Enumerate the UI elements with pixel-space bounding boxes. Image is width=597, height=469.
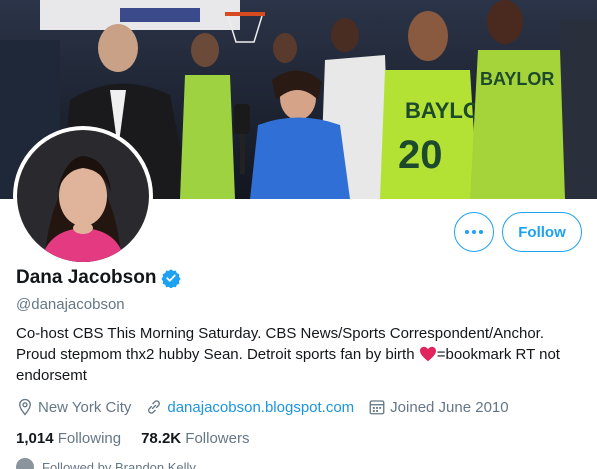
website-link[interactable]: danajacobson.blogspot.com — [167, 399, 354, 416]
profile-avatar[interactable] — [13, 126, 153, 266]
more-options-button[interactable] — [454, 212, 494, 252]
profile-stats: 1,014 Following 78.2K Followers — [16, 430, 269, 447]
link-icon — [148, 400, 161, 414]
profile-handle: @danajacobson — [16, 296, 125, 313]
follower-avatar — [16, 458, 34, 469]
followed-by-text: Followed by Brandon Kelly — [42, 459, 196, 469]
joined-item: Joined June 2010 — [368, 398, 509, 416]
location-pin-icon — [19, 398, 31, 416]
profile-name: Dana Jacobson — [16, 267, 157, 288]
profile-name-row: Dana Jacobson — [16, 267, 182, 289]
following-label: Following — [57, 430, 122, 447]
joined-text: Joined June 2010 — [390, 398, 509, 416]
website-item[interactable]: danajacobson.blogspot.com — [145, 398, 354, 416]
verified-badge-icon — [161, 269, 182, 288]
following-stat[interactable]: 1,014 Following — [16, 430, 121, 447]
dot-icon — [472, 230, 476, 234]
follow-button[interactable]: Follow — [502, 212, 582, 252]
avatar-image — [17, 130, 149, 262]
profile-bio: Co-host CBS This Morning Saturday. CBS N… — [16, 323, 586, 386]
profile-meta: New York City danajacobson.blogspot.com … — [16, 398, 523, 416]
location-text: New York City — [38, 398, 132, 416]
followed-by-row[interactable]: Followed by Brandon Kelly — [16, 458, 196, 469]
dot-icon — [479, 230, 483, 234]
followers-count: 78.2K — [141, 430, 182, 447]
svg-text:20: 20 — [398, 133, 443, 177]
following-count: 1,014 — [16, 430, 54, 447]
dot-icon — [465, 230, 469, 234]
svg-text:BAYLOR: BAYLOR — [480, 69, 554, 89]
location-item: New York City — [16, 398, 131, 416]
followers-label: Followers — [185, 430, 250, 447]
heart-icon — [419, 346, 436, 362]
followers-stat[interactable]: 78.2K Followers — [141, 430, 249, 447]
calendar-icon — [369, 400, 385, 415]
